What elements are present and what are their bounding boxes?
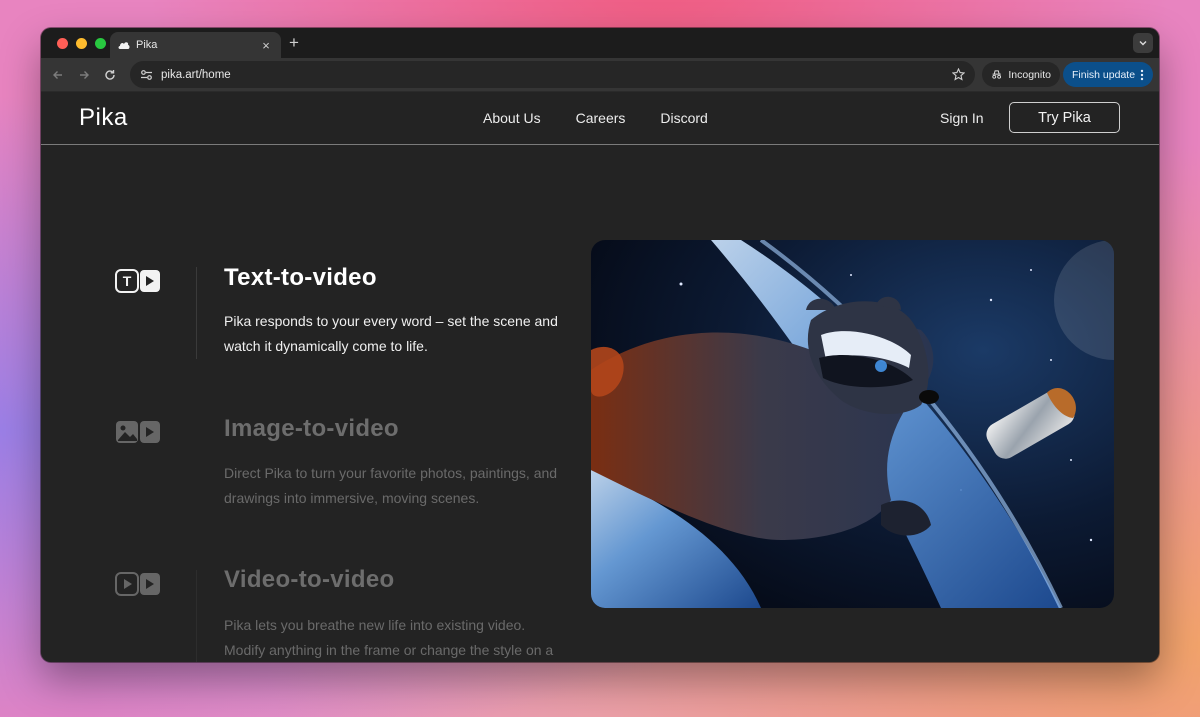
incognito-indicator[interactable]: Incognito <box>982 62 1060 87</box>
reload-icon <box>105 70 115 80</box>
image-to-video-icon <box>116 421 160 443</box>
more-vertical-icon[interactable] <box>1140 69 1144 81</box>
feature-description: Direct Pika to turn your favorite photos… <box>224 465 558 506</box>
primary-nav: About Us Careers Discord <box>483 110 708 126</box>
feature-description: Pika lets you breathe new life into exis… <box>224 617 554 658</box>
url-text[interactable]: pika.art/home <box>161 69 952 81</box>
finish-update-label: Finish update <box>1072 68 1136 81</box>
site-header: Pika About Us Careers Discord Sign In Tr… <box>41 92 1159 145</box>
nav-link-careers[interactable]: Careers <box>576 110 626 126</box>
sign-in-link[interactable]: Sign In <box>940 110 984 126</box>
window-controls <box>57 38 106 49</box>
tab-search-button[interactable] <box>1133 33 1153 53</box>
maximize-window-button[interactable] <box>95 38 106 49</box>
arrow-right-icon <box>80 71 89 79</box>
try-pika-button[interactable]: Try Pika <box>1009 102 1120 133</box>
incognito-icon <box>992 70 1002 79</box>
address-bar[interactable]: pika.art/home <box>130 61 975 88</box>
pika-logo[interactable]: Pika <box>79 104 128 132</box>
nav-link-about-us[interactable]: About Us <box>483 110 541 126</box>
feature-title[interactable]: Video-to-video <box>224 566 394 594</box>
browser-toolbar: pika.art/home Incognito Finish update <box>41 58 1159 92</box>
back-button[interactable] <box>48 65 68 85</box>
text-to-video-icon: T <box>115 269 160 293</box>
bookmark-star-icon[interactable] <box>952 68 965 81</box>
incognito-label: Incognito <box>1008 68 1051 81</box>
minimize-window-button[interactable] <box>76 38 87 49</box>
finish-update-button[interactable]: Finish update <box>1063 62 1153 87</box>
chevron-down-icon <box>1139 41 1147 46</box>
video-to-video-icon <box>115 572 160 596</box>
tab-close-icon[interactable]: × <box>259 38 273 53</box>
close-window-button[interactable] <box>57 38 68 49</box>
hero-video[interactable] <box>591 240 1114 608</box>
forward-button[interactable] <box>74 65 94 85</box>
nav-link-discord[interactable]: Discord <box>660 110 707 126</box>
pika-favicon-icon <box>118 42 130 49</box>
reload-button[interactable] <box>100 65 120 85</box>
tab-strip: Pika × + <box>41 28 1159 58</box>
svg-text:T: T <box>123 273 132 289</box>
raccoon-in-space-image <box>591 240 1114 608</box>
browser-window: Pika × + pika.art/home Incognito Finish … <box>41 28 1159 662</box>
new-tab-button[interactable]: + <box>289 33 299 53</box>
feature-divider <box>196 267 197 359</box>
arrow-left-icon <box>53 71 62 79</box>
feature-title[interactable]: Image-to-video <box>224 415 399 443</box>
feature-description: Pika responds to your every word – set t… <box>224 313 558 354</box>
feature-title[interactable]: Text-to-video <box>224 264 377 292</box>
tab-title: Pika <box>136 39 158 51</box>
site-settings-icon[interactable] <box>140 69 153 81</box>
browser-tab[interactable]: Pika × <box>110 32 281 58</box>
page-content: Pika About Us Careers Discord Sign In Tr… <box>41 92 1159 662</box>
feature-divider <box>196 570 197 662</box>
